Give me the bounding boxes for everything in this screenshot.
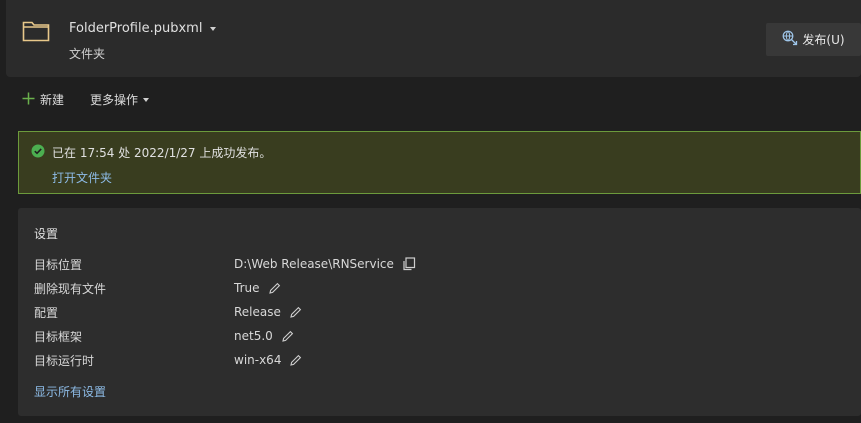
open-folder-link[interactable]: 打开文件夹 [52,169,112,186]
publish-button[interactable]: 发布(U) [766,23,861,56]
setting-label: 配置 [34,305,59,320]
setting-value: True [234,281,260,295]
folder-icon [22,20,50,45]
setting-label: 删除现有文件 [34,281,107,296]
setting-label: 目标运行时 [34,353,95,368]
new-button-label: 新建 [40,93,65,107]
toolbar: 新建 更多操作 [22,91,150,108]
setting-row-delete-existing: 删除现有文件 True [34,279,834,297]
setting-row-target-location: 目标位置 D:\Web Release\RNService [34,255,834,273]
setting-value: Release [234,305,281,319]
more-actions-label: 更多操作 [90,93,139,107]
setting-value: D:\Web Release\RNService [234,257,394,271]
settings-panel: 设置 目标位置 D:\Web Release\RNService 删除现有文件 … [18,208,861,416]
pencil-icon[interactable] [289,306,302,319]
profile-subtitle: 文件夹 [69,47,106,61]
more-actions-button[interactable]: 更多操作 [90,91,150,108]
plus-icon [22,92,40,108]
pencil-icon[interactable] [281,330,294,343]
setting-value: win-x64 [234,353,282,367]
success-banner: 已在 17:54 处 2022/1/27 上成功发布。 打开文件夹 [18,131,861,194]
check-circle-icon [31,144,52,161]
banner-message: 已在 17:54 处 2022/1/27 上成功发布。 [52,146,272,160]
show-all-settings-link[interactable]: 显示所有设置 [34,383,106,400]
setting-value: net5.0 [234,329,273,343]
globe-icon [782,30,802,49]
setting-label: 目标位置 [34,257,83,272]
new-button[interactable]: 新建 [22,91,64,108]
setting-row-configuration: 配置 Release [34,303,834,321]
chevron-down-icon[interactable] [210,26,217,31]
copy-icon[interactable] [402,257,416,271]
setting-label: 目标框架 [34,329,83,344]
profile-title: FolderProfile.pubxml [69,21,203,36]
settings-title: 设置 [34,227,59,241]
profile-selector[interactable]: FolderProfile.pubxml [69,21,217,36]
pencil-icon[interactable] [268,282,281,295]
publish-button-label: 发布(U) [802,33,845,47]
setting-row-target-runtime: 目标运行时 win-x64 [34,351,834,369]
chevron-down-icon [143,97,150,102]
profile-header: FolderProfile.pubxml 文件夹 发布(U) [6,0,861,77]
setting-row-target-framework: 目标框架 net5.0 [34,327,834,345]
pencil-icon[interactable] [289,354,302,367]
